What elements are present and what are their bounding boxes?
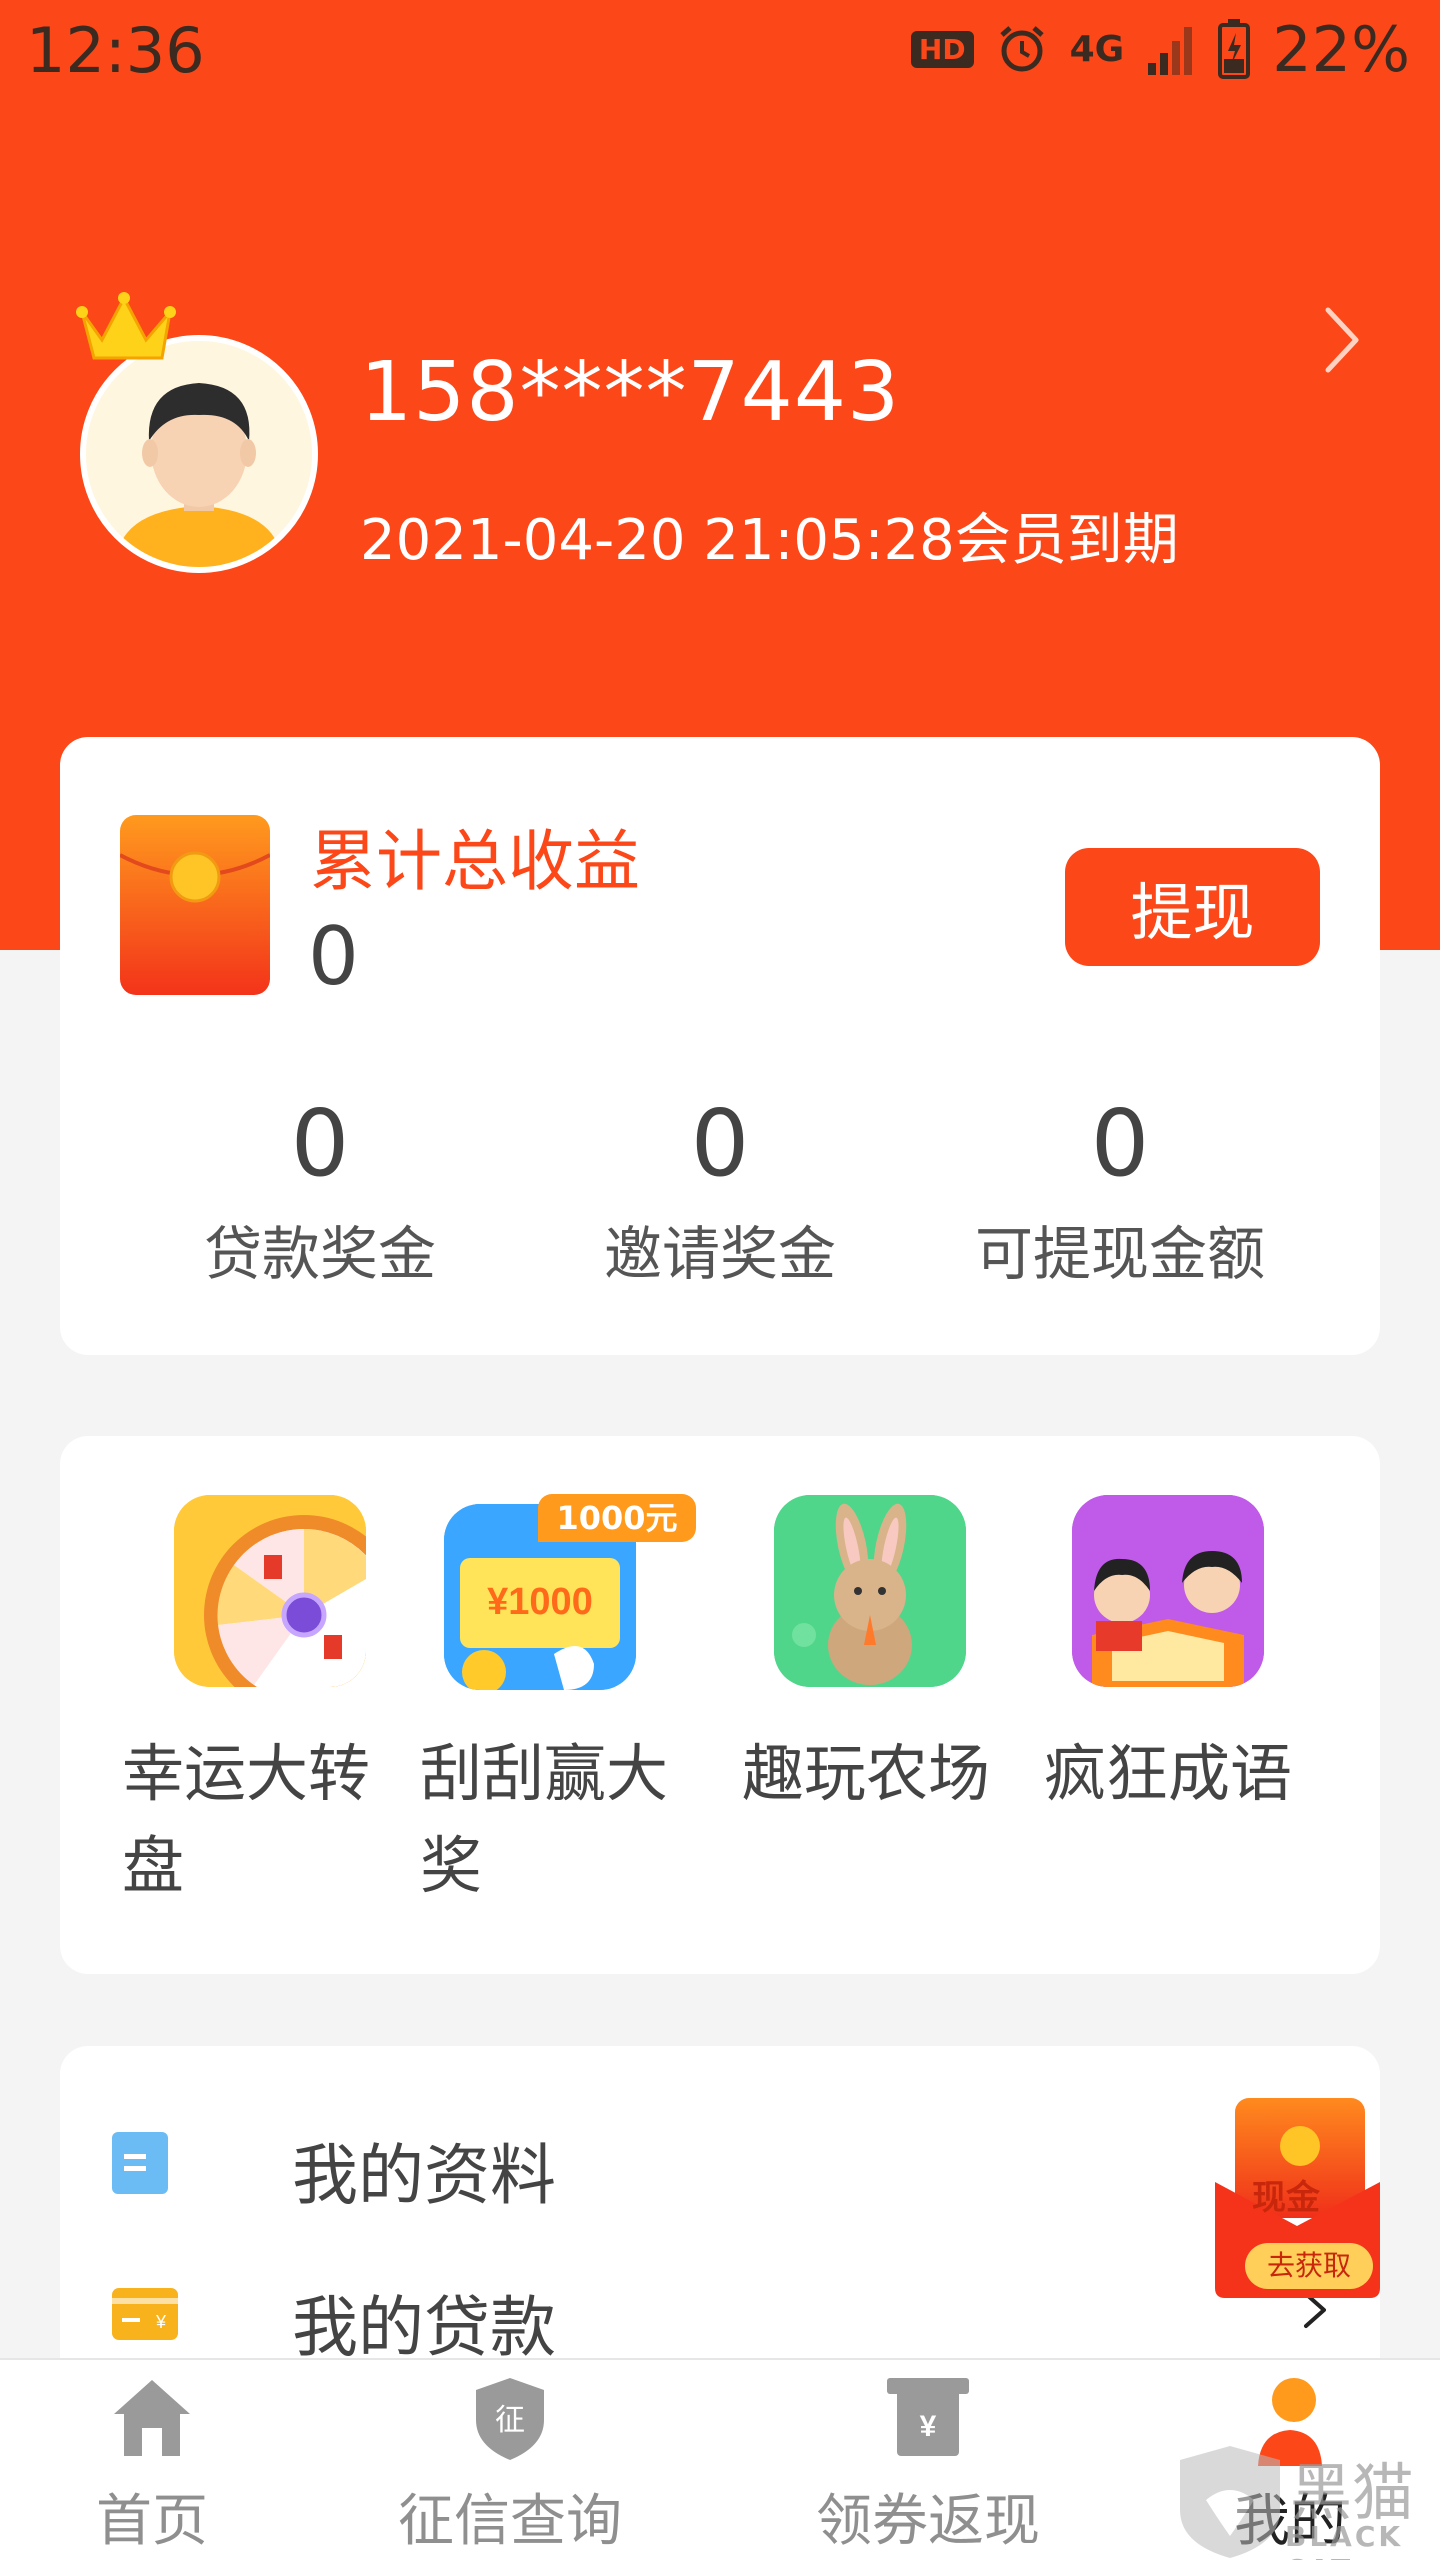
- game-label-farm[interactable]: 趣玩农场: [742, 1728, 1002, 1820]
- nav-label: 征信查询: [398, 2489, 622, 2554]
- profile-phone[interactable]: 158****7443: [360, 345, 900, 440]
- game-label-line: 奖: [420, 1829, 483, 1902]
- earnings-total: 0: [308, 910, 359, 1003]
- coupon-icon: ¥: [887, 2378, 969, 2456]
- avatar-icon: [86, 341, 312, 567]
- scratch-card-amount: ¥1000: [487, 1581, 593, 1623]
- menu-item-label: 我的贷款: [292, 2289, 556, 2366]
- svg-text:¥: ¥: [155, 2312, 167, 2332]
- red-envelope-icon: [120, 815, 270, 995]
- game-label-idioms[interactable]: 疯狂成语: [1044, 1728, 1304, 1820]
- menu-item-my-profile[interactable]: 我的资料: [60, 2086, 1380, 2236]
- stat-withdrawable: 0 可提现金额: [930, 1090, 1310, 1291]
- status-time: 12:36: [26, 14, 205, 87]
- battery-percent: 22%: [1272, 12, 1410, 86]
- nav-item-coupons[interactable]: ¥ 领券返现: [778, 2376, 1078, 2556]
- earnings-title: 累计总收益: [310, 823, 640, 900]
- rabbit-icon[interactable]: [774, 1495, 966, 1687]
- game-label-line: 疯狂成语: [1044, 1737, 1293, 1810]
- battery-icon: [1218, 19, 1251, 79]
- stat-loan-bonus: 0 贷款奖金: [130, 1090, 510, 1291]
- home-icon: [114, 2380, 190, 2456]
- game-label-line: 盘: [122, 1829, 185, 1902]
- status-bar: 12:36 HD 4G 22%: [0, 0, 1440, 105]
- hd-icon: HD: [910, 30, 974, 68]
- stat-label: 邀请奖金: [603, 1220, 836, 1288]
- game-label-wheel[interactable]: 幸运大转 盘: [122, 1728, 382, 1912]
- nav-label: 首页: [96, 2489, 208, 2554]
- game-label-line: 趣玩农场: [742, 1737, 991, 1810]
- alarm-icon: [999, 26, 1044, 72]
- coupon-icon-text: ¥: [920, 2410, 937, 2443]
- watermark-text: 黑猫: [1290, 2456, 1415, 2529]
- 4g-icon: 4G: [1069, 28, 1125, 70]
- chevron-right-icon[interactable]: [1318, 300, 1368, 380]
- stat-label: 贷款奖金: [203, 1220, 436, 1288]
- card-icon: ¥: [112, 2288, 178, 2340]
- shield-icon-text: 征: [495, 2403, 525, 2438]
- avatar[interactable]: [80, 335, 318, 573]
- document-icon: [112, 2132, 168, 2194]
- withdraw-button[interactable]: 提现: [1065, 848, 1320, 966]
- promo-get-button[interactable]: 去获取: [1245, 2243, 1373, 2289]
- stat-label: 可提现金额: [974, 1220, 1265, 1288]
- membership-expiry: 2021-04-20 21:05:28会员到期: [360, 508, 1179, 573]
- game-label-scratch[interactable]: 刮刮赢大 奖: [420, 1728, 680, 1912]
- promo-cash-label: 现金: [1252, 2178, 1320, 2218]
- game-label-line: 刮刮赢大: [420, 1737, 669, 1810]
- nav-label: 领券返现: [816, 2489, 1040, 2554]
- menu-item-label: 我的资料: [292, 2137, 556, 2214]
- watermark-subtext: BLACK CAT: [1285, 2520, 1404, 2560]
- kids-reading-icon[interactable]: [1072, 1495, 1264, 1687]
- stat-value: 0: [690, 1090, 750, 1197]
- stat-invite-bonus: 0 邀请奖金: [530, 1090, 910, 1291]
- nav-item-home[interactable]: 首页: [2, 2376, 302, 2556]
- game-label-line: 幸运大转: [122, 1737, 371, 1810]
- prize-badge: 1000元: [538, 1494, 696, 1542]
- signal-icon: [1148, 27, 1193, 75]
- stat-value: 0: [290, 1090, 350, 1197]
- status-icons: HD 4G 22%: [910, 12, 1410, 86]
- crown-icon: [76, 292, 176, 360]
- stat-value: 0: [1090, 1090, 1150, 1197]
- wheel-icon[interactable]: [174, 1495, 366, 1687]
- shield-icon: 征: [476, 2378, 544, 2460]
- nav-item-credit-check[interactable]: 征 征信查询: [360, 2376, 660, 2556]
